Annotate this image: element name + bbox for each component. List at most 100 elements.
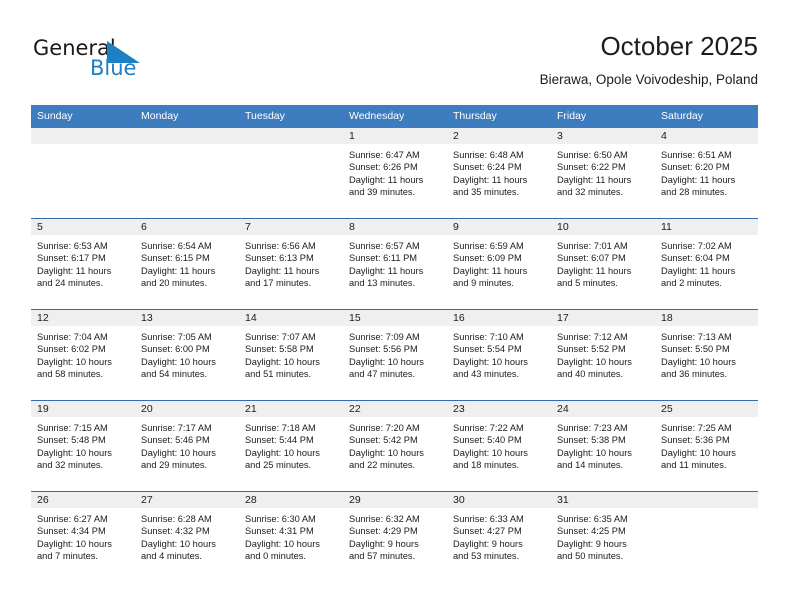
calendar-day-cell[interactable]: 16 Sunrise: 7:10 AM Sunset: 5:54 PM Dayligh…	[447, 309, 551, 401]
calendar-day-cell[interactable]: 7 Sunrise: 6:56 AM Sunset: 6:13 PM Daylight…	[239, 218, 343, 310]
daylight-duration-line2: and 9 minutes.	[453, 277, 514, 288]
day-details: Sunrise: 7:02 AM Sunset: 6:04 PM Daylight:…	[655, 235, 758, 289]
daylight-duration-line2: and 17 minutes.	[245, 277, 312, 288]
calendar-day-cell[interactable]: 31 Sunrise: 6:35 AM Sunset: 4:25 PM Dayligh…	[551, 491, 655, 582]
calendar-day-cell[interactable]: 8 Sunrise: 6:57 AM Sunset: 6:11 PM Daylight…	[343, 218, 447, 310]
day-details: Sunrise: 7:25 AM Sunset: 5:36 PM Daylight:…	[655, 417, 758, 471]
calendar-day-cell[interactable]: 6 Sunrise: 6:54 AM Sunset: 6:15 PM Daylight…	[135, 218, 239, 310]
sunset-time: Sunset: 5:46 PM	[141, 435, 210, 446]
calendar-day-cell[interactable]: 5 Sunrise: 6:53 AM Sunset: 6:17 PM Daylight…	[31, 218, 135, 310]
day-details: Sunrise: 6:51 AM Sunset: 6:20 PM Daylight:…	[655, 144, 758, 198]
day-number	[31, 128, 135, 144]
daylight-duration-line1: Daylight: 9 hours	[349, 538, 419, 549]
calendar-day-cell[interactable]: 14 Sunrise: 7:07 AM Sunset: 5:58 PM Dayligh…	[239, 309, 343, 401]
calendar-day-cell[interactable]: 30 Sunrise: 6:33 AM Sunset: 4:27 PM Dayligh…	[447, 491, 551, 582]
sunrise-time: Sunrise: 6:51 AM	[661, 150, 732, 160]
calendar-day-cell[interactable]: 19 Sunrise: 7:15 AM Sunset: 5:48 PM Dayligh…	[31, 400, 135, 492]
daylight-duration-line1: Daylight: 10 hours	[453, 356, 528, 367]
calendar-day-cell[interactable]: 2 Sunrise: 6:48 AM Sunset: 6:24 PM Daylight…	[447, 128, 551, 219]
sunset-time: Sunset: 5:54 PM	[453, 344, 522, 355]
day-number: 17	[551, 310, 655, 326]
sunrise-time: Sunrise: 6:35 AM	[557, 514, 628, 524]
sunset-time: Sunset: 5:40 PM	[453, 435, 522, 446]
calendar-day-cell[interactable]: 27 Sunrise: 6:28 AM Sunset: 4:32 PM Dayligh…	[135, 491, 239, 582]
calendar-day-cell[interactable]: 23 Sunrise: 7:22 AM Sunset: 5:40 PM Dayligh…	[447, 400, 551, 492]
sunrise-time: Sunrise: 7:17 AM	[141, 423, 212, 433]
day-details: Sunrise: 7:01 AM Sunset: 6:07 PM Daylight:…	[551, 235, 655, 289]
daylight-duration-line1: Daylight: 11 hours	[245, 265, 320, 276]
day-details: Sunrise: 7:12 AM Sunset: 5:52 PM Daylight:…	[551, 326, 655, 380]
daylight-duration-line1: Daylight: 10 hours	[245, 447, 320, 458]
daylight-duration-line1: Daylight: 10 hours	[37, 538, 112, 549]
calendar-day-cell[interactable]: 1 Sunrise: 6:47 AM Sunset: 6:26 PM Daylight…	[343, 128, 447, 219]
daylight-duration-line1: Daylight: 11 hours	[557, 265, 632, 276]
day-number: 31	[551, 492, 655, 508]
daylight-duration-line2: and 58 minutes.	[37, 368, 104, 379]
day-details: Sunrise: 7:17 AM Sunset: 5:46 PM Daylight:…	[135, 417, 239, 471]
day-number: 18	[655, 310, 758, 326]
sunrise-time: Sunrise: 7:05 AM	[141, 332, 212, 342]
daylight-duration-line1: Daylight: 10 hours	[349, 447, 424, 458]
calendar-day-cell[interactable]: 3 Sunrise: 6:50 AM Sunset: 6:22 PM Daylight…	[551, 128, 655, 219]
sunset-time: Sunset: 4:32 PM	[141, 526, 210, 537]
calendar-day-cell[interactable]: 9 Sunrise: 6:59 AM Sunset: 6:09 PM Daylight…	[447, 218, 551, 310]
day-number: 21	[239, 401, 343, 417]
calendar-day-cell[interactable]: 4 Sunrise: 6:51 AM Sunset: 6:20 PM Daylight…	[655, 128, 758, 219]
sunset-time: Sunset: 4:27 PM	[453, 526, 522, 537]
calendar-day-cell[interactable]: 25 Sunrise: 7:25 AM Sunset: 5:36 PM Dayligh…	[655, 400, 758, 492]
calendar-day-cell[interactable]: 17 Sunrise: 7:12 AM Sunset: 5:52 PM Dayligh…	[551, 309, 655, 401]
day-number: 11	[655, 219, 758, 235]
page-title: October 2025	[600, 31, 758, 61]
sunrise-time: Sunrise: 7:01 AM	[557, 241, 628, 251]
daylight-duration-line1: Daylight: 11 hours	[661, 265, 736, 276]
daylight-duration-line1: Daylight: 11 hours	[141, 265, 216, 276]
sunrise-time: Sunrise: 6:32 AM	[349, 514, 420, 524]
day-number: 28	[239, 492, 343, 508]
day-number: 4	[655, 128, 758, 144]
daylight-duration-line1: Daylight: 10 hours	[245, 356, 320, 367]
sunset-time: Sunset: 4:29 PM	[349, 526, 418, 537]
sunrise-time: Sunrise: 7:10 AM	[453, 332, 524, 342]
calendar-day-cell[interactable]: 22 Sunrise: 7:20 AM Sunset: 5:42 PM Dayligh…	[343, 400, 447, 492]
general-blue-logo[interactable]: General Blue	[33, 36, 213, 86]
sunset-time: Sunset: 5:38 PM	[557, 435, 626, 446]
day-number: 16	[447, 310, 551, 326]
calendar-day-cell[interactable]: 10 Sunrise: 7:01 AM Sunset: 6:07 PM Dayligh…	[551, 218, 655, 310]
day-details: Sunrise: 6:54 AM Sunset: 6:15 PM Daylight:…	[135, 235, 239, 289]
day-number: 20	[135, 401, 239, 417]
sunset-time: Sunset: 6:04 PM	[661, 253, 730, 264]
daylight-duration-line2: and 29 minutes.	[141, 459, 208, 470]
daylight-duration-line2: and 32 minutes.	[557, 186, 624, 197]
day-details: Sunrise: 7:09 AM Sunset: 5:56 PM Daylight:…	[343, 326, 447, 380]
daylight-duration-line1: Daylight: 10 hours	[453, 447, 528, 458]
calendar-day-cell[interactable]: 18 Sunrise: 7:13 AM Sunset: 5:50 PM Dayligh…	[655, 309, 758, 401]
calendar-day-cell[interactable]: 20 Sunrise: 7:17 AM Sunset: 5:46 PM Dayligh…	[135, 400, 239, 492]
daylight-duration-line2: and 11 minutes.	[661, 459, 727, 470]
calendar-day-cell[interactable]: 26 Sunrise: 6:27 AM Sunset: 4:34 PM Dayligh…	[31, 491, 135, 582]
calendar-table: Sunday Monday Tuesday Wednesday Thursday…	[31, 105, 758, 582]
daylight-duration-line1: Daylight: 10 hours	[349, 356, 424, 367]
calendar-day-cell[interactable]: 29 Sunrise: 6:32 AM Sunset: 4:29 PM Dayligh…	[343, 491, 447, 582]
day-number: 15	[343, 310, 447, 326]
sunrise-time: Sunrise: 6:48 AM	[453, 150, 524, 160]
day-number: 1	[343, 128, 447, 144]
calendar-day-cell[interactable]: 28 Sunrise: 6:30 AM Sunset: 4:31 PM Dayligh…	[239, 491, 343, 582]
calendar-day-cell[interactable]: 11 Sunrise: 7:02 AM Sunset: 6:04 PM Dayligh…	[655, 218, 758, 310]
calendar-week-row: 26 Sunrise: 6:27 AM Sunset: 4:34 PM Dayligh…	[31, 491, 758, 582]
daylight-duration-line2: and 5 minutes.	[557, 277, 618, 288]
sunset-time: Sunset: 5:44 PM	[245, 435, 314, 446]
calendar-day-cell[interactable]: 24 Sunrise: 7:23 AM Sunset: 5:38 PM Dayligh…	[551, 400, 655, 492]
calendar-day-cell[interactable]: 21 Sunrise: 7:18 AM Sunset: 5:44 PM Dayligh…	[239, 400, 343, 492]
calendar-day-cell-empty	[655, 491, 758, 582]
daylight-duration-line1: Daylight: 11 hours	[349, 265, 424, 276]
sunset-time: Sunset: 5:50 PM	[661, 344, 730, 355]
day-number: 29	[343, 492, 447, 508]
page-subtitle: Bierawa, Opole Voivodeship, Poland	[539, 72, 758, 87]
calendar-day-cell[interactable]: 13 Sunrise: 7:05 AM Sunset: 6:00 PM Dayligh…	[135, 309, 239, 401]
sunrise-time: Sunrise: 7:04 AM	[37, 332, 108, 342]
calendar-day-cell[interactable]: 15 Sunrise: 7:09 AM Sunset: 5:56 PM Dayligh…	[343, 309, 447, 401]
page-header: General Blue October 2025 Bierawa, Opole…	[0, 0, 792, 100]
calendar-day-cell[interactable]: 12 Sunrise: 7:04 AM Sunset: 6:02 PM Dayligh…	[31, 309, 135, 401]
day-number: 22	[343, 401, 447, 417]
daylight-duration-line2: and 22 minutes.	[349, 459, 416, 470]
